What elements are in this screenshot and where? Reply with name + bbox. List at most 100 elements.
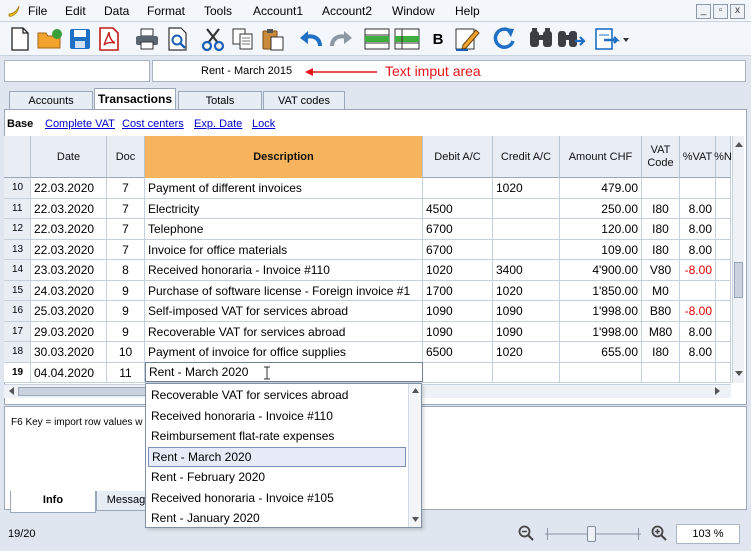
cell-vat-percent[interactable] [680, 280, 716, 300]
cell-description[interactable]: Recoverable VAT for services abroad [145, 321, 423, 341]
find-icon[interactable] [527, 25, 555, 53]
cell-date[interactable]: 22.03.2020 [31, 178, 107, 198]
cell-amount[interactable]: 655.00 [560, 342, 642, 362]
refresh-icon[interactable] [490, 25, 518, 53]
cell-doc[interactable]: 7 [107, 198, 145, 218]
zoom-slider[interactable] [545, 523, 641, 545]
table-row[interactable]: 10 22.03.2020 7 Payment of different invoic… [4, 178, 731, 199]
bold-icon[interactable]: B [424, 25, 452, 53]
cell-credit[interactable] [493, 239, 560, 259]
cell-vat-percent[interactable] [680, 178, 716, 198]
cell-date[interactable]: 22.03.2020 [31, 219, 107, 239]
scroll-down-icon[interactable] [411, 516, 420, 523]
print-preview-icon[interactable] [164, 25, 192, 53]
view-exp-date[interactable]: Exp. Date [194, 118, 242, 130]
cell-description[interactable]: Payment of different invoices [145, 178, 423, 198]
minimize-button[interactable]: _ [696, 4, 711, 19]
autocomplete-option[interactable]: Rent - January 2020 [148, 508, 406, 528]
cell-vat-percent[interactable]: -8.00 [680, 260, 716, 280]
cell-debit[interactable]: 1090 [423, 321, 493, 341]
cell-percent-n[interactable] [716, 178, 731, 198]
header-credit[interactable]: Credit A/C [493, 136, 560, 178]
menu-format[interactable]: Format [147, 4, 185, 18]
insert-row-icon[interactable] [363, 25, 391, 53]
cell-date[interactable]: 25.03.2020 [31, 301, 107, 321]
cell-vat-percent[interactable]: 8.00 [680, 239, 716, 259]
cell-description[interactable]: Received honoraria - Invoice #110 [145, 260, 423, 280]
cell-vat-code[interactable]: I80 [642, 239, 680, 259]
copy-icon[interactable] [229, 25, 257, 53]
vertical-scroll-thumb[interactable] [734, 262, 743, 298]
cell-credit[interactable]: 1020 [493, 178, 560, 198]
cell-amount[interactable]: 479.00 [560, 178, 642, 198]
pdf-icon[interactable] [95, 25, 123, 53]
cell-date[interactable]: 22.03.2020 [31, 198, 107, 218]
tab-accounts[interactable]: Accounts [9, 91, 93, 111]
tab-info[interactable]: Info [10, 491, 96, 513]
table-row[interactable]: 11 22.03.2020 7 Electricity 4500 250.00 I80 8.0… [4, 198, 731, 219]
scroll-down-icon[interactable] [734, 370, 744, 378]
cell-vat-percent[interactable] [680, 362, 716, 382]
export-icon[interactable] [594, 25, 634, 53]
cell-date[interactable]: 04.04.2020 [31, 362, 107, 382]
header-description[interactable]: Description [145, 136, 423, 178]
table-row[interactable]: 13 22.03.2020 7 Invoice for office material… [4, 239, 731, 260]
cell-vat-code[interactable]: V80 [642, 260, 680, 280]
cell-date[interactable]: 30.03.2020 [31, 342, 107, 362]
edit-pen-icon[interactable] [453, 25, 481, 53]
cell-percent-n[interactable] [716, 362, 731, 382]
menu-data[interactable]: Data [104, 4, 129, 18]
cell-description[interactable]: Invoice for office materials [145, 239, 423, 259]
cell-debit[interactable] [423, 178, 493, 198]
text-input-area[interactable]: Rent - March 2015 Text imput area [152, 60, 746, 82]
cell-credit[interactable] [493, 198, 560, 218]
cell-debit[interactable]: 1700 [423, 280, 493, 300]
tab-transactions[interactable]: Transactions [94, 88, 176, 111]
cut-icon[interactable] [199, 25, 227, 53]
cell-date[interactable]: 24.03.2020 [31, 280, 107, 300]
table-row[interactable]: 17 29.03.2020 9 Recoverable VAT for service… [4, 321, 731, 342]
redo-icon[interactable] [327, 25, 355, 53]
close-button[interactable]: x [730, 4, 745, 19]
cell-vat-code[interactable]: M80 [642, 321, 680, 341]
zoom-level-field[interactable]: 103 % [676, 524, 740, 544]
cell-description[interactable]: Self-imposed VAT for services abroad [145, 301, 423, 321]
cell-percent-n[interactable] [716, 342, 731, 362]
vertical-scrollbar[interactable] [732, 136, 744, 383]
header-percent-n[interactable]: %N [714, 136, 731, 178]
autocomplete-option[interactable]: Rent - February 2020 [148, 467, 406, 487]
menu-account2[interactable]: Account2 [322, 4, 372, 18]
cell-doc[interactable]: 8 [107, 260, 145, 280]
cell-credit[interactable]: 1020 [493, 342, 560, 362]
cell-date[interactable]: 23.03.2020 [31, 260, 107, 280]
zoom-out-icon[interactable] [518, 525, 534, 541]
scroll-right-icon[interactable] [714, 386, 722, 396]
cell-vat-code[interactable]: I80 [642, 198, 680, 218]
menu-file[interactable]: File [28, 4, 47, 18]
cell-debit[interactable] [423, 362, 493, 382]
view-complete-vat[interactable]: Complete VAT [45, 118, 115, 130]
cell-percent-n[interactable] [716, 219, 731, 239]
cell-debit[interactable]: 4500 [423, 198, 493, 218]
tab-totals[interactable]: Totals [178, 91, 262, 111]
cell-percent-n[interactable] [716, 301, 731, 321]
cell-credit[interactable]: 1090 [493, 301, 560, 321]
cell-description[interactable]: Electricity [145, 198, 423, 218]
header-vat-percent[interactable]: %VAT [680, 136, 716, 178]
cell-description[interactable]: Telephone [145, 219, 423, 239]
cell-amount[interactable]: 120.00 [560, 219, 642, 239]
cell-vat-code[interactable] [642, 178, 680, 198]
autocomplete-option[interactable]: Reimbursement flat-rate expenses [148, 426, 406, 446]
cell-amount[interactable]: 1'998.00 [560, 321, 642, 341]
view-cost-centers[interactable]: Cost centers [122, 118, 184, 130]
cell-debit[interactable]: 1090 [423, 301, 493, 321]
cell-credit[interactable] [493, 362, 560, 382]
cell-debit[interactable]: 1020 [423, 260, 493, 280]
header-date[interactable]: Date [31, 136, 107, 178]
cell-vat-code[interactable]: M0 [642, 280, 680, 300]
cell-doc[interactable]: 7 [107, 178, 145, 198]
cell-amount[interactable]: 250.00 [560, 198, 642, 218]
scroll-up-icon[interactable] [411, 387, 420, 394]
cell-percent-n[interactable] [716, 260, 731, 280]
table-row[interactable]: 16 25.03.2020 9 Self-imposed VAT for servic… [4, 301, 731, 322]
